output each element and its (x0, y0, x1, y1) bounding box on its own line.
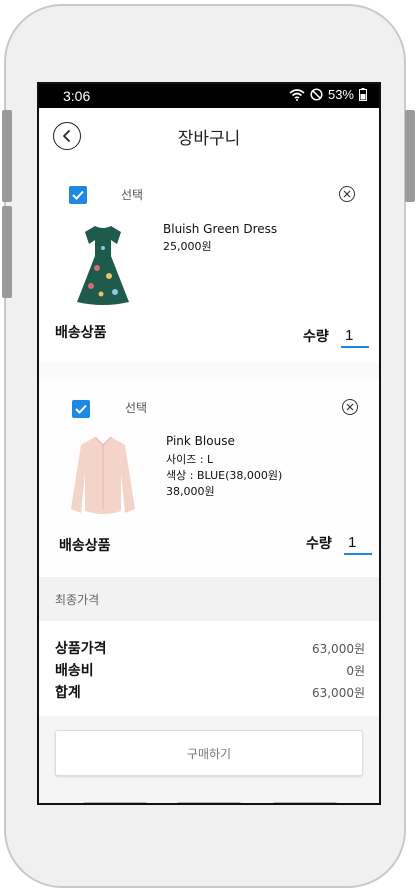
volume-down-button (2, 206, 12, 298)
total-value: 63,000원 (311, 686, 365, 700)
app-header: 장바구니 (39, 108, 379, 166)
quantity-input[interactable] (344, 531, 372, 555)
quantity-input[interactable] (341, 324, 369, 348)
status-icons: 53% (289, 87, 367, 102)
volume-up-button (2, 110, 12, 202)
wifi-icon (289, 88, 305, 101)
price-summary: 상품가격 63,000원 배송비 0원 합계 63,000원 (39, 621, 379, 716)
app-screen: 3:06 53% 장바구니 선택 Bluish Green Dress 25,0… (37, 82, 381, 805)
product-price-label: 상품가격 (55, 641, 107, 657)
total-row: 합계 63,000원 (55, 682, 365, 704)
shipping-type-label: 배송상품 (55, 325, 107, 341)
product-price: 38,000원 (166, 485, 215, 498)
nav-bar-indicator (177, 802, 241, 803)
checkmark-icon (72, 190, 84, 200)
shipping-fee-row: 배송비 0원 (55, 660, 365, 682)
battery-percent: 53% (327, 87, 354, 102)
nav-bar-indicator (273, 802, 337, 803)
item-select-checkbox[interactable] (72, 400, 90, 418)
shipping-fee-value: 0원 (346, 664, 365, 678)
nav-bar-indicator (83, 802, 147, 803)
cart-item: 선택 Bluish Green Dress 25,000원 배송상품 수량 (39, 166, 379, 362)
final-price-title: 최종가격 (55, 593, 100, 607)
product-price-row: 상품가격 63,000원 (55, 638, 365, 660)
do-not-disturb-icon (310, 88, 323, 101)
select-label: 선택 (125, 401, 148, 415)
blouse-icon (71, 436, 135, 514)
item-divider (39, 362, 379, 379)
item-select-checkbox[interactable] (69, 186, 87, 204)
shipping-type-label: 배송상품 (59, 538, 111, 554)
shipping-fee-label: 배송비 (55, 663, 94, 679)
remove-item-button[interactable] (342, 399, 358, 415)
total-label: 합계 (55, 685, 81, 701)
page-title: 장바구니 (177, 129, 241, 149)
purchase-button[interactable]: 구매하기 (55, 730, 363, 776)
bottom-area: 구매하기 (39, 716, 379, 803)
close-icon (343, 190, 351, 198)
battery-icon (359, 88, 367, 101)
power-button (405, 110, 415, 202)
dress-icon (77, 226, 129, 305)
remove-item-button[interactable] (339, 186, 355, 202)
quantity-label: 수량 (306, 536, 332, 552)
close-icon (346, 403, 354, 411)
final-price-header: 최종가격 (39, 577, 379, 621)
product-price-value: 63,000원 (311, 642, 365, 656)
product-price: 25,000원 (163, 240, 212, 253)
status-time: 3:06 (63, 88, 91, 104)
checkmark-icon (75, 404, 87, 414)
quantity-label: 수량 (303, 329, 329, 345)
product-name: Bluish Green Dress (163, 222, 278, 236)
cart-item: 선택 Pink Blouse 사이즈 : L 색상 : BLUE(38,000원… (39, 379, 379, 575)
select-label: 선택 (121, 188, 144, 202)
product-name: Pink Blouse (166, 434, 235, 448)
status-bar: 3:06 53% (39, 84, 379, 108)
